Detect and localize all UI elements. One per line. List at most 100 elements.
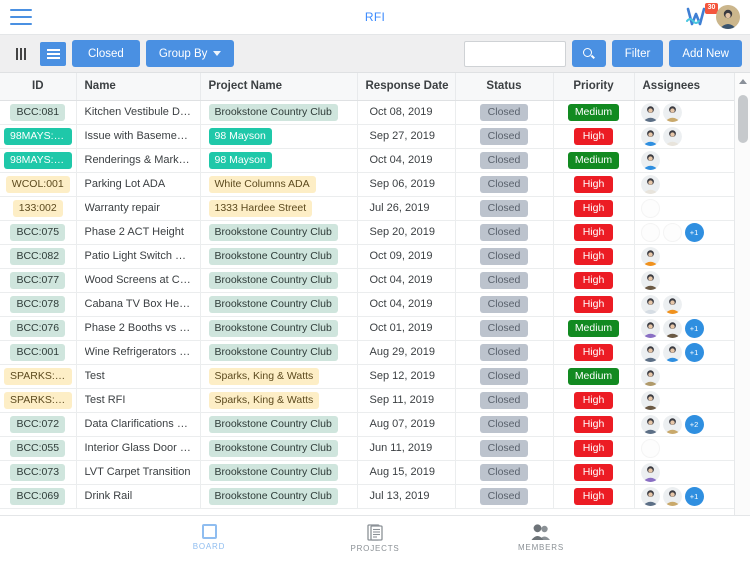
nav-item-board[interactable]: BOARD bbox=[161, 520, 257, 562]
assignee-avatar[interactable] bbox=[640, 294, 660, 314]
projects-icon bbox=[367, 524, 383, 541]
id-badge: BCC:073 bbox=[10, 463, 66, 481]
assignee-overflow-badge[interactable]: +1 bbox=[684, 342, 704, 362]
column-header-id[interactable]: ID bbox=[0, 73, 77, 101]
avatar[interactable] bbox=[716, 5, 740, 29]
project-badge: Brookstone Country Club bbox=[208, 247, 338, 265]
assignee-avatar[interactable] bbox=[662, 126, 682, 146]
columns-view-icon[interactable] bbox=[8, 42, 34, 66]
table-row[interactable]: BCC:055 Interior Glass Door Widths Brookst… bbox=[0, 436, 735, 461]
column-header-assignees[interactable]: Assignees bbox=[634, 73, 735, 101]
assignee-avatar[interactable] bbox=[640, 486, 660, 506]
assignee-avatar[interactable] bbox=[640, 462, 660, 482]
cell-status: Closed bbox=[455, 196, 554, 221]
assignee-avatar[interactable] bbox=[640, 246, 660, 266]
scrollbar-thumb[interactable] bbox=[738, 95, 748, 143]
cell-id: BCC:073 bbox=[0, 460, 77, 485]
status-badge: Closed bbox=[479, 319, 529, 337]
assignee-avatar[interactable] bbox=[640, 102, 660, 122]
cell-id: BCC:082 bbox=[0, 244, 77, 269]
group-by-button[interactable]: Group By bbox=[145, 40, 235, 67]
cell-id: BCC:076 bbox=[0, 316, 77, 341]
assignee-avatar[interactable] bbox=[640, 318, 660, 338]
assignee-avatar[interactable] bbox=[640, 174, 660, 194]
cell-project: Brookstone Country Club bbox=[200, 436, 358, 461]
cell-response-date: Oct 04, 2019 bbox=[357, 268, 456, 293]
list-view-icon[interactable] bbox=[40, 41, 66, 66]
column-header-name[interactable]: Name bbox=[76, 73, 201, 101]
priority-badge: High bbox=[573, 463, 614, 481]
assignee-avatar[interactable] bbox=[662, 102, 682, 122]
assignee-avatar[interactable] bbox=[662, 342, 682, 362]
assignee-overflow-badge[interactable]: +2 bbox=[684, 414, 704, 434]
assignee-overflow-badge[interactable]: +1 bbox=[684, 318, 704, 338]
assignee-avatar[interactable] bbox=[640, 390, 660, 410]
table-row[interactable]: BCC:075 Phase 2 ACT Height Brookstone Coun… bbox=[0, 220, 735, 245]
cell-priority: Medium bbox=[553, 148, 635, 173]
table-row[interactable]: SPARKS:001 Test RFI Sparks, King & Watts Se… bbox=[0, 388, 735, 413]
cell-status: Closed bbox=[455, 100, 554, 125]
status-filter-button[interactable]: Closed bbox=[72, 40, 140, 67]
cell-status: Closed bbox=[455, 412, 554, 437]
cell-priority: High bbox=[553, 124, 635, 149]
cell-project: Brookstone Country Club bbox=[200, 460, 358, 485]
table-row[interactable]: BCC:081 Kitchen Vestibule Doors Brookstone… bbox=[0, 100, 735, 125]
cell-priority: Medium bbox=[553, 364, 635, 389]
cell-response-date: Aug 15, 2019 bbox=[357, 460, 456, 485]
assignee-avatar[interactable] bbox=[640, 150, 660, 170]
data-table-container: ID Name Project Name Response Date Statu… bbox=[0, 72, 750, 515]
table-row[interactable]: 98MAYS:001 Issue with Basement Hei... 98 M… bbox=[0, 124, 735, 149]
name-text: Test bbox=[84, 370, 105, 382]
table-row[interactable]: BCC:069 Drink Rail Brookstone Country Club… bbox=[0, 484, 735, 509]
assignee-avatar[interactable] bbox=[640, 342, 660, 362]
scroll-up-arrow-icon[interactable] bbox=[738, 79, 747, 84]
table-row[interactable]: WCOL:001 Parking Lot ADA White Columns ADA… bbox=[0, 172, 735, 197]
project-badge: Brookstone Country Club bbox=[208, 295, 338, 313]
assignee-avatar[interactable] bbox=[640, 198, 660, 218]
assignee-avatar[interactable] bbox=[640, 366, 660, 386]
column-header-priority[interactable]: Priority bbox=[553, 73, 635, 101]
status-badge: Closed bbox=[479, 295, 529, 313]
table-row[interactable]: BCC:073 LVT Carpet Transition Brookstone C… bbox=[0, 460, 735, 485]
table-row[interactable]: 133:002 Warranty repair 1333 Hardee Street… bbox=[0, 196, 735, 221]
assignee-avatar[interactable] bbox=[640, 222, 660, 242]
cell-priority: High bbox=[553, 388, 635, 413]
assignee-avatar[interactable] bbox=[640, 414, 660, 434]
add-new-button[interactable]: Add New bbox=[669, 40, 742, 67]
assignee-overflow-badge[interactable]: +1 bbox=[684, 222, 704, 242]
table-row[interactable]: BCC:082 Patio Light Switch Locati... Brook… bbox=[0, 244, 735, 269]
assignee-avatar[interactable] bbox=[662, 294, 682, 314]
table-row[interactable]: BCC:076 Phase 2 Booths vs Wood... Brooksto… bbox=[0, 316, 735, 341]
table-row[interactable]: 98MAYS:002 Renderings & Marketing I... 98 … bbox=[0, 148, 735, 173]
assignee-avatar[interactable] bbox=[662, 414, 682, 434]
table-row[interactable]: BCC:078 Cabana TV Box Heights Brookstone C… bbox=[0, 292, 735, 317]
table-row[interactable]: BCC:001 Wine Refrigerators vs Bot... Brook… bbox=[0, 340, 735, 365]
table-row[interactable]: BCC:077 Wood Screens at Caban... Brookston… bbox=[0, 268, 735, 293]
assignee-avatar[interactable] bbox=[662, 486, 682, 506]
assignee-avatar[interactable] bbox=[640, 438, 660, 458]
assignee-avatar[interactable] bbox=[662, 318, 682, 338]
column-header-status[interactable]: Status bbox=[455, 73, 554, 101]
nav-item-projects[interactable]: PROJECTS bbox=[327, 520, 423, 562]
filter-button[interactable]: Filter bbox=[611, 40, 664, 67]
hamburger-menu-icon[interactable] bbox=[10, 9, 32, 25]
column-header-response-date[interactable]: Response Date bbox=[357, 73, 456, 101]
cell-project: 98 Mayson bbox=[200, 124, 358, 149]
assignee-list bbox=[640, 125, 728, 147]
assignee-avatar[interactable] bbox=[640, 126, 660, 146]
search-input[interactable] bbox=[463, 40, 566, 67]
assignee-avatar[interactable] bbox=[640, 270, 660, 290]
table-row[interactable]: BCC:072 Data Clarifications at Bar ... Bro… bbox=[0, 412, 735, 437]
nav-label-board: BOARD bbox=[192, 542, 226, 551]
column-header-project[interactable]: Project Name bbox=[200, 73, 358, 101]
id-badge: 133:002 bbox=[12, 199, 63, 217]
table-row[interactable]: SPARKS:002 Test Sparks, King & Watts Sep 12… bbox=[0, 364, 735, 389]
assignee-overflow-badge[interactable]: +1 bbox=[684, 486, 704, 506]
search-button[interactable] bbox=[571, 40, 606, 67]
vertical-scrollbar[interactable] bbox=[734, 73, 750, 515]
cell-id: BCC:001 bbox=[0, 340, 77, 365]
cell-project: 98 Mayson bbox=[200, 148, 358, 173]
w-logo-icon[interactable]: 30 bbox=[686, 3, 718, 29]
assignee-avatar[interactable] bbox=[662, 222, 682, 242]
nav-item-members[interactable]: MEMBERS bbox=[493, 520, 589, 562]
